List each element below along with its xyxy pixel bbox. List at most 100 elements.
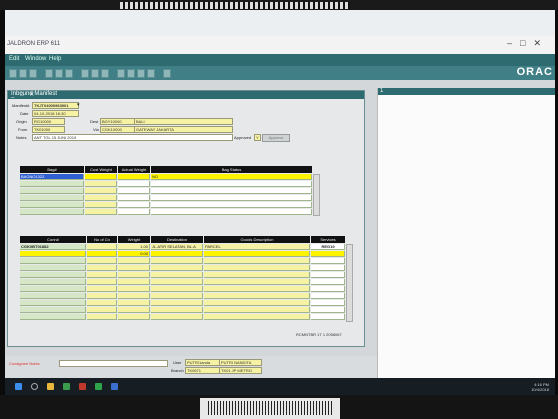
no-of-cn-cell[interactable] [87,293,117,299]
goods-desc-cell[interactable] [204,258,310,264]
print-icon[interactable] [19,69,27,78]
destination-cell[interactable] [151,279,203,285]
approve-button[interactable]: Approve [262,134,290,142]
maximize-button[interactable]: □ [520,38,533,48]
goods-desc-cell[interactable] [204,279,310,285]
services-cell[interactable] [311,272,345,278]
weight-cell[interactable]: 0.00 [118,251,150,257]
conn-cell[interactable] [20,307,86,313]
close-form-icon[interactable] [29,69,37,78]
weight-cell[interactable] [118,300,150,306]
goods-desc-cell[interactable]: PARCEL [204,244,310,250]
clear-icon[interactable] [81,69,89,78]
no-of-cn-cell[interactable] [87,314,117,320]
goods-desc-cell[interactable] [204,286,310,292]
conn-cell[interactable] [20,272,86,278]
services-cell[interactable]: REG19 [311,244,345,250]
weight-cell[interactable] [118,279,150,285]
file-explorer-icon[interactable] [47,383,54,390]
bag-cell[interactable] [20,188,84,194]
no-of-cn-cell[interactable] [87,244,117,250]
weight-cell[interactable] [118,272,150,278]
bag-status-cell[interactable] [151,209,312,215]
actual-weight-cell[interactable] [118,209,150,215]
close-button[interactable]: ✕ [533,38,549,48]
bag-cell[interactable]: BAGNO1322 [20,174,84,180]
help-icon[interactable] [163,69,171,78]
minimize-button[interactable]: – [507,38,520,48]
lov-icon[interactable]: ▾ [77,102,80,108]
weight-cell[interactable] [118,286,150,292]
cust-weight-cell[interactable] [85,202,117,208]
bag-cell[interactable] [20,209,84,215]
bag-cell[interactable] [20,202,84,208]
destination-cell[interactable] [151,251,203,257]
weight-cell[interactable] [118,293,150,299]
goods-desc-cell[interactable] [204,251,310,257]
weight-cell[interactable] [118,265,150,271]
origin-field[interactable]: RG10000 [32,118,65,125]
menu-edit[interactable]: Edit [9,56,19,62]
no-of-cn-cell[interactable] [87,300,117,306]
services-cell[interactable] [311,265,345,271]
app-icon[interactable] [95,383,102,390]
destination-cell[interactable] [151,300,203,306]
manifest-no-field[interactable]: TKJT04000963901 [32,102,79,109]
conn-cell[interactable] [20,251,86,257]
first-record-icon[interactable] [117,69,125,78]
weight-cell[interactable] [118,314,150,320]
conn-cell[interactable] [20,258,86,264]
no-of-cn-cell[interactable] [87,272,117,278]
oracle-app-icon[interactable] [111,383,118,390]
bag-status-cell[interactable] [151,202,312,208]
menu-window[interactable]: Window [25,56,46,62]
destination-cell[interactable] [151,272,203,278]
cust-weight-cell[interactable] [85,209,117,215]
services-cell[interactable] [311,300,345,306]
windows-start-icon[interactable] [15,383,22,390]
conn-table-scrollbar[interactable] [346,244,353,322]
no-of-cn-cell[interactable] [87,265,117,271]
no-of-cn-cell[interactable] [87,251,117,257]
destination-cell[interactable] [151,265,203,271]
bag-cell[interactable] [20,195,84,201]
bag-table-scrollbar[interactable] [313,174,320,216]
form-window-controls[interactable]: _ □ ✕ [11,91,361,98]
bag-status-cell[interactable] [151,181,312,187]
spreadsheet-icon[interactable] [63,383,70,390]
weight-cell[interactable]: 1.00 [118,244,150,250]
cut-icon[interactable] [45,69,53,78]
services-cell[interactable] [311,307,345,313]
goods-desc-cell[interactable] [204,272,310,278]
goods-desc-cell[interactable] [204,307,310,313]
conn-cell[interactable] [20,279,86,285]
next-record-icon[interactable] [137,69,145,78]
cust-weight-cell[interactable] [85,188,117,194]
services-cell[interactable] [311,293,345,299]
conn-cell[interactable] [20,300,86,306]
services-cell[interactable] [311,314,345,320]
delete-icon[interactable] [91,69,99,78]
services-cell[interactable] [311,251,345,257]
cust-weight-cell[interactable] [85,181,117,187]
conn-cell[interactable] [20,314,86,320]
approve-flag-field[interactable]: Y [254,134,261,141]
destination-cell[interactable] [151,314,203,320]
actual-weight-cell[interactable] [118,195,150,201]
search-icon[interactable] [31,383,38,390]
goods-desc-cell[interactable] [204,314,310,320]
conn-cell[interactable] [20,265,86,271]
bag-cell[interactable] [20,181,84,187]
no-of-cn-cell[interactable] [87,286,117,292]
prev-record-icon[interactable] [127,69,135,78]
services-cell[interactable] [311,286,345,292]
conn-cell[interactable]: CGK0BT01882 [20,244,86,250]
cust-weight-cell[interactable] [85,195,117,201]
dest-code-field[interactable]: BGY10000 [100,118,135,125]
notes-field[interactable]: ANT TGL 15 JUNI 2019 [32,134,233,141]
no-of-cn-cell[interactable] [87,279,117,285]
paste-icon[interactable] [65,69,73,78]
services-cell[interactable] [311,258,345,264]
goods-desc-cell[interactable] [204,265,310,271]
date-field[interactable]: 04-10-2018 16:30 [32,110,79,117]
